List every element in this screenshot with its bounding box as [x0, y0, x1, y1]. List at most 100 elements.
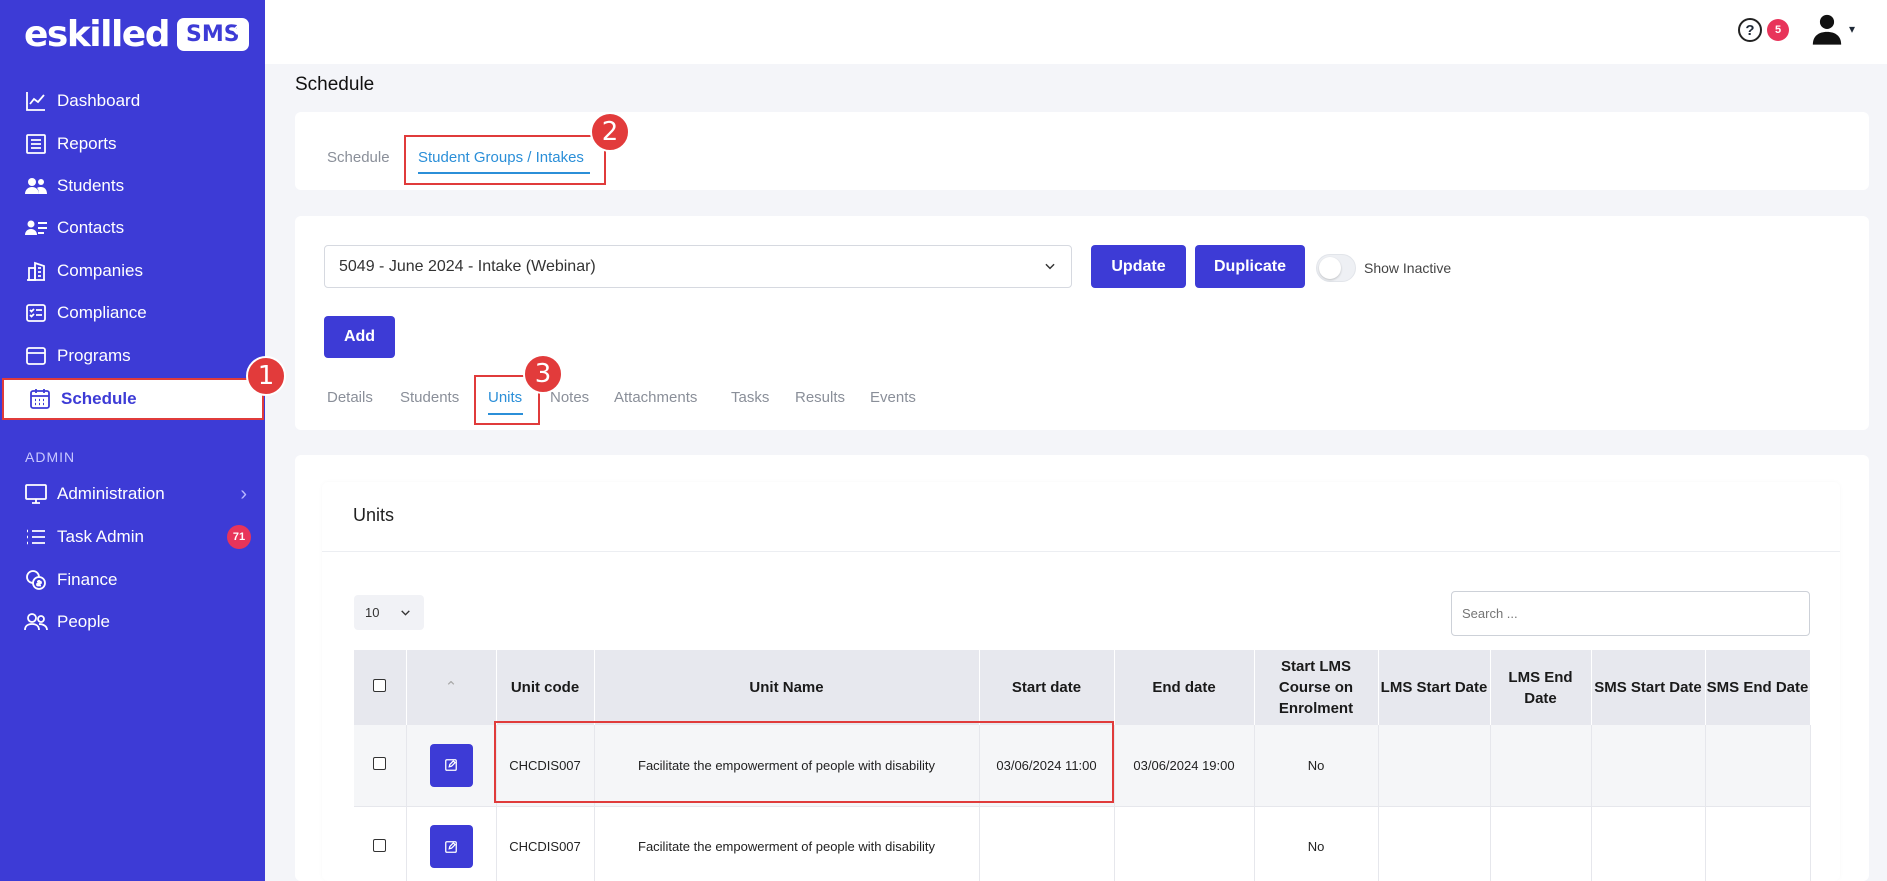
column-header-sms-end-date[interactable]: SMS End Date — [1705, 650, 1811, 725]
monitor-icon — [25, 484, 47, 504]
sidebar-item-contacts[interactable]: Contacts — [0, 207, 265, 249]
sidebar-item-label: Contacts — [57, 218, 125, 237]
edit-button[interactable] — [429, 743, 473, 787]
tab-results[interactable]: Results — [795, 389, 845, 406]
lms-start-date-cell — [1378, 725, 1491, 807]
show-inactive-toggle[interactable] — [1316, 254, 1356, 282]
add-button[interactable]: Add — [324, 316, 395, 358]
sidebar-item-label: Programs — [57, 346, 131, 365]
task-count-badge: 71 — [227, 525, 251, 549]
sms-end-date-cell — [1705, 725, 1811, 807]
tab-schedule[interactable]: Schedule — [327, 149, 390, 166]
report-icon — [26, 134, 46, 154]
intake-select[interactable]: 5049 - June 2024 - Intake (Webinar) — [324, 245, 1072, 288]
people-icon — [24, 613, 48, 631]
chevron-down-icon — [401, 610, 410, 616]
column-header-start-date[interactable]: Start date — [979, 650, 1115, 725]
lms-end-date-cell — [1490, 806, 1592, 881]
lms-on-enrolment-cell: No — [1254, 806, 1379, 881]
help-icon[interactable]: ? — [1738, 18, 1762, 42]
chevron-down-icon — [1045, 263, 1055, 270]
sort-column-header[interactable]: ⌃ — [406, 650, 497, 725]
callout-2: 2 — [590, 112, 630, 152]
column-header-unit-name[interactable]: Unit Name — [594, 650, 980, 725]
row-select-cell — [354, 806, 407, 881]
duplicate-button[interactable]: Duplicate — [1195, 245, 1305, 288]
logo-text: eskilled — [24, 14, 171, 55]
search-input[interactable] — [1451, 591, 1810, 636]
column-header-end-date[interactable]: End date — [1114, 650, 1255, 725]
tab-tasks[interactable]: Tasks — [731, 389, 769, 406]
row-checkbox[interactable] — [373, 838, 387, 852]
sidebar-item-finance[interactable]: Finance — [0, 559, 265, 601]
sidebar-item-label: Compliance — [57, 303, 147, 322]
row-action-cell — [406, 725, 497, 807]
sidebar-item-reports[interactable]: Reports — [0, 123, 265, 165]
window-icon — [26, 347, 46, 365]
contact-card-icon — [25, 220, 47, 235]
tab-notes[interactable]: Notes — [550, 389, 589, 406]
sidebar-item-label: Administration — [57, 484, 165, 503]
chart-line-icon — [26, 92, 45, 111]
divider — [322, 551, 1840, 552]
toggle-knob — [1319, 257, 1341, 279]
page-title: Schedule — [295, 74, 375, 95]
sidebar-item-programs[interactable]: Programs — [0, 335, 265, 377]
callout-3: 3 — [523, 354, 563, 394]
highlight-box-first-row — [494, 721, 1114, 803]
sidebar-item-task-admin[interactable]: Task Admin 71 — [0, 516, 265, 558]
sidebar: eskilled SMS « Dashboard Reports Student… — [0, 0, 265, 881]
edit-icon — [445, 759, 457, 772]
brand-logo[interactable]: eskilled SMS — [24, 14, 249, 55]
select-all-checkbox[interactable] — [373, 679, 387, 692]
top-bar — [265, 0, 1887, 64]
users-icon — [25, 178, 47, 194]
unit-name-cell: Facilitate the empowerment of people wit… — [594, 806, 980, 881]
sidebar-item-students[interactable]: Students — [0, 165, 265, 207]
sidebar-item-dashboard[interactable]: Dashboard — [0, 80, 265, 122]
row-checkbox[interactable] — [373, 757, 387, 771]
tab-students[interactable]: Students — [400, 389, 459, 406]
sms-start-date-cell — [1591, 725, 1706, 807]
admin-section-label: ADMIN — [25, 449, 76, 465]
row-action-cell — [406, 806, 497, 881]
user-avatar-icon[interactable] — [1810, 12, 1844, 46]
sidebar-item-schedule[interactable]: Schedule — [2, 378, 264, 420]
sidebar-item-people[interactable]: People — [0, 601, 265, 643]
help-badge: 5 — [1767, 19, 1789, 41]
highlight-box-tab — [404, 135, 606, 185]
sidebar-item-label: Finance — [57, 570, 118, 589]
checklist-icon — [26, 304, 46, 322]
show-inactive-label: Show Inactive — [1364, 260, 1452, 276]
tab-details[interactable]: Details — [327, 389, 373, 406]
sidebar-item-administration[interactable]: Administration › — [0, 473, 265, 515]
table-header-row: ⌃ Unit code Unit Name Start date End dat… — [354, 650, 1811, 725]
tab-events[interactable]: Events — [870, 389, 916, 406]
page-length-value: 10 — [365, 605, 380, 620]
row-select-cell — [354, 725, 407, 807]
sms-start-date-cell — [1591, 806, 1706, 881]
column-header-sms-start-date[interactable]: SMS Start Date — [1591, 650, 1706, 725]
table-row: CHCDIS007 Facilitate the empowerment of … — [354, 806, 1811, 881]
end-date-cell — [1114, 806, 1255, 881]
sidebar-item-label: People — [57, 612, 110, 631]
sidebar-item-label: Reports — [57, 134, 117, 153]
start-date-cell — [979, 806, 1115, 881]
update-button[interactable]: Update — [1091, 245, 1186, 288]
sidebar-item-label: Dashboard — [57, 91, 141, 110]
column-header-lms-start-date[interactable]: LMS Start Date — [1378, 650, 1491, 725]
sort-icon[interactable]: ⌃ — [445, 679, 458, 696]
building-icon — [27, 261, 45, 281]
column-header-start-lms-on-enrolment[interactable]: Start LMS Course on Enrolment — [1254, 650, 1379, 725]
collapse-sidebar-icon[interactable]: « — [232, 16, 244, 42]
sidebar-item-companies[interactable]: Companies — [0, 250, 265, 292]
column-header-lms-end-date[interactable]: LMS End Date — [1490, 650, 1592, 725]
caret-down-icon[interactable]: ▾ — [1849, 22, 1855, 36]
tab-attachments[interactable]: Attachments — [614, 389, 697, 406]
edit-button[interactable] — [429, 825, 473, 868]
page-length-select[interactable]: 10 — [354, 595, 424, 630]
column-header-unit-code[interactable]: Unit code — [496, 650, 595, 725]
unit-code-cell: CHCDIS007 — [496, 806, 595, 881]
sidebar-item-compliance[interactable]: Compliance — [0, 292, 265, 334]
callout-1: 1 — [246, 356, 286, 396]
